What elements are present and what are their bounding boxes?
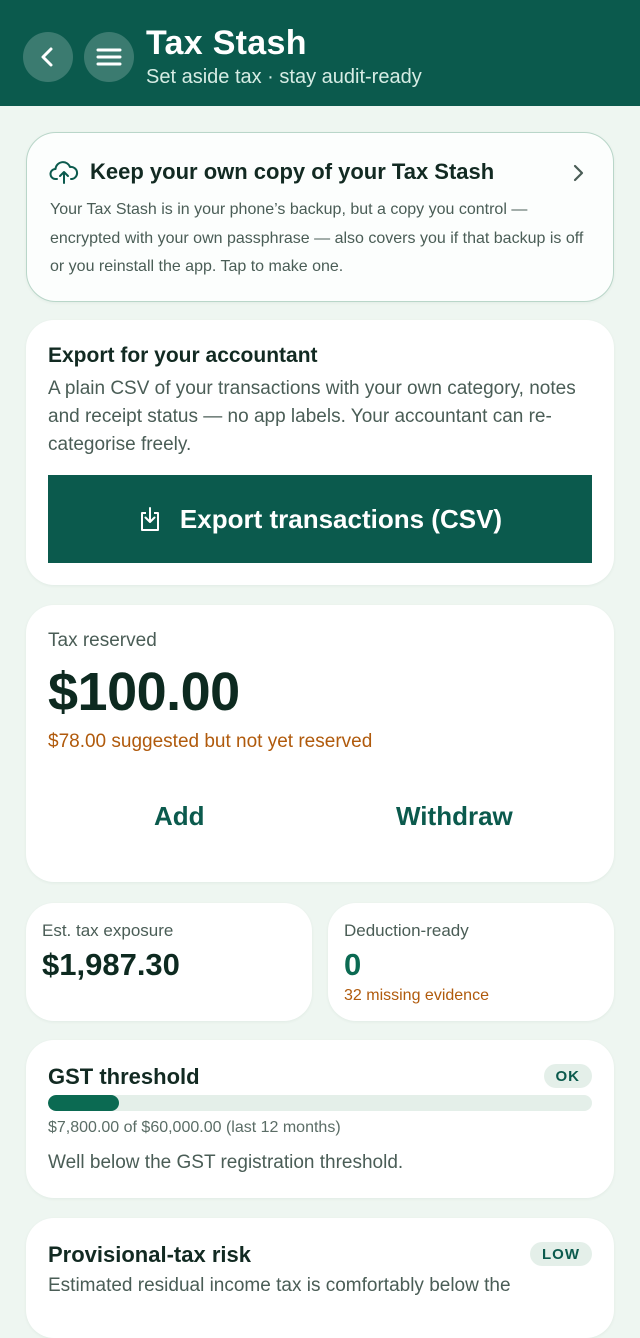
provisional-tax-title: Provisional-tax risk (48, 1242, 251, 1267)
missing-evidence-note: 32 missing evidence (344, 987, 489, 1004)
chevron-left-icon (41, 47, 53, 67)
backup-card[interactable]: Keep your own copy of your Tax Stash You… (26, 132, 614, 302)
provisional-tax-card: Provisional-tax risk LOW Estimated resid… (26, 1218, 614, 1338)
tax-exposure-value: $1,987.30 (42, 947, 180, 982)
export-description: A plain CSV of your transactions with yo… (48, 378, 576, 455)
page-subtitle: Set aside tax · stay audit-ready (146, 66, 422, 88)
tax-reserved-amount: $100.00 (48, 662, 240, 722)
provisional-tax-text: Estimated residual income tax is comfort… (48, 1275, 511, 1296)
risk-badge: LOW (530, 1242, 592, 1266)
menu-button[interactable] (84, 32, 134, 82)
menu-icon (96, 48, 122, 66)
chevron-right-icon (573, 164, 584, 182)
backup-description: Your Tax Stash is in your phone’s backup… (50, 201, 584, 275)
tax-exposure-label: Est. tax exposure (42, 921, 174, 940)
export-csv-label: Export transactions (CSV) (179, 503, 503, 534)
backup-title: Keep your own copy of your Tax Stash (90, 159, 495, 184)
deduction-ready-label: Deduction-ready (344, 921, 469, 940)
tax-reserved-card: Tax reserved $100.00 $78.00 suggested bu… (26, 605, 614, 882)
deduction-ready-value: 0 (344, 947, 362, 982)
page-title: Tax Stash (146, 24, 307, 62)
gst-progress-bar (48, 1095, 592, 1111)
export-card: Export for your accountant A plain CSV o… (26, 320, 614, 585)
gst-progress-caption: $7,800.00 of $60,000.00 (last 12 months) (48, 1119, 341, 1136)
suggested-reserve-note: $78.00 suggested but not yet reserved (48, 731, 373, 752)
export-title: Export for your accountant (48, 344, 318, 367)
withdraw-button[interactable]: Withdraw (396, 801, 513, 832)
gst-progress-fill (48, 1095, 119, 1111)
tax-reserved-label: Tax reserved (48, 630, 157, 651)
gst-status-text: Well below the GST registration threshol… (48, 1152, 404, 1173)
export-csv-button[interactable]: Export transactions (CSV) (48, 475, 592, 563)
back-button[interactable] (23, 32, 73, 82)
tax-exposure-card: Est. tax exposure $1,987.30 (26, 903, 312, 1021)
cloud-upload-icon (49, 161, 79, 184)
gst-threshold-title: GST threshold (48, 1064, 200, 1089)
download-icon (140, 507, 159, 531)
app-header: Tax Stash Set aside tax · stay audit-rea… (0, 0, 640, 106)
gst-threshold-card: GST threshold OK $7,800.00 of $60,000.00… (26, 1040, 614, 1198)
status-badge: OK (543, 1064, 592, 1088)
deduction-ready-card[interactable]: Deduction-ready 0 32 missing evidence (328, 903, 614, 1021)
add-button[interactable]: Add (154, 801, 205, 832)
